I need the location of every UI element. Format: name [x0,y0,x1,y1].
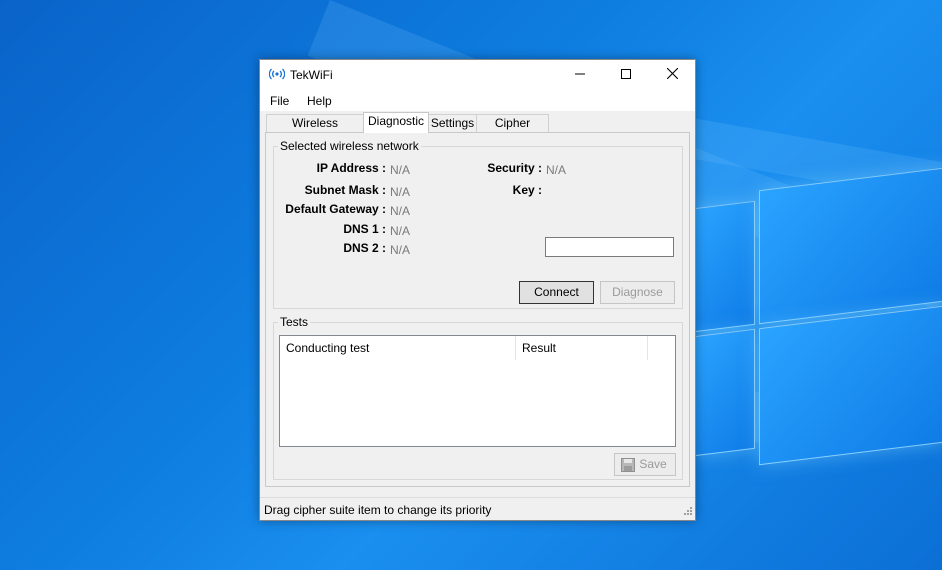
window-title: TekWiFi [290,68,333,82]
column-header-result[interactable]: Result [516,336,648,360]
group-title: Selected wireless network [278,139,421,153]
subnet-mask-label: Subnet Mask : [304,183,386,197]
default-gateway-value: N/A [390,204,411,218]
selected-network-group: Selected wireless network IP Address : N… [273,139,683,309]
connect-button[interactable]: Connect [519,281,594,304]
maximize-button[interactable] [603,60,649,90]
diagnose-button[interactable]: Diagnose [600,281,675,304]
minimize-button[interactable] [557,60,603,90]
floppy-disk-icon [621,458,635,479]
save-button[interactable]: Save [614,453,676,476]
menu-file[interactable]: File [270,94,289,108]
windows-logo [695,150,942,480]
key-input[interactable] [545,237,674,257]
status-bar: Drag cipher suite item to change its pri… [260,497,695,520]
dns1-value: N/A [390,224,411,238]
default-gateway-label: Default Gateway : [285,202,386,216]
wifi-app-icon [268,67,286,81]
title-bar[interactable]: TekWiFi [260,60,695,90]
tab-cipher-suites[interactable]: Cipher Suites [476,114,549,147]
tab-diagnostic[interactable]: Diagnostic [363,112,429,133]
tab-wireless-networks[interactable]: Wireless Networks [266,114,364,147]
column-header-conducting-test[interactable]: Conducting test [280,336,516,360]
dns2-label: DNS 2 : [343,241,386,255]
ip-address-value: N/A [390,163,411,177]
status-text: Drag cipher suite item to change its pri… [264,503,492,517]
ip-address-label: IP Address : [316,161,386,175]
menu-help[interactable]: Help [307,94,332,108]
dns2-value: N/A [390,243,411,257]
tests-group: Tests Conducting test Result Save [273,315,683,480]
tekwifi-window: TekWiFi File Help Wireless Networks Diag… [259,59,696,521]
minimize-icon [575,68,585,82]
diagnostic-tab-page: Selected wireless network IP Address : N… [265,132,690,487]
resize-grip-icon[interactable] [683,505,693,519]
close-icon [666,67,678,82]
security-label: Security : [487,161,542,175]
key-label: Key : [512,183,542,197]
menu-bar: File Help [260,90,695,111]
save-label: Save [639,457,667,471]
dns1-label: DNS 1 : [343,222,386,236]
subnet-mask-value: N/A [390,185,411,199]
tests-list[interactable]: Conducting test Result [279,335,676,447]
group-title: Tests [278,315,311,329]
maximize-icon [621,68,631,82]
security-value: N/A [546,163,567,177]
tab-settings[interactable]: Settings [428,114,477,132]
close-button[interactable] [649,60,695,90]
